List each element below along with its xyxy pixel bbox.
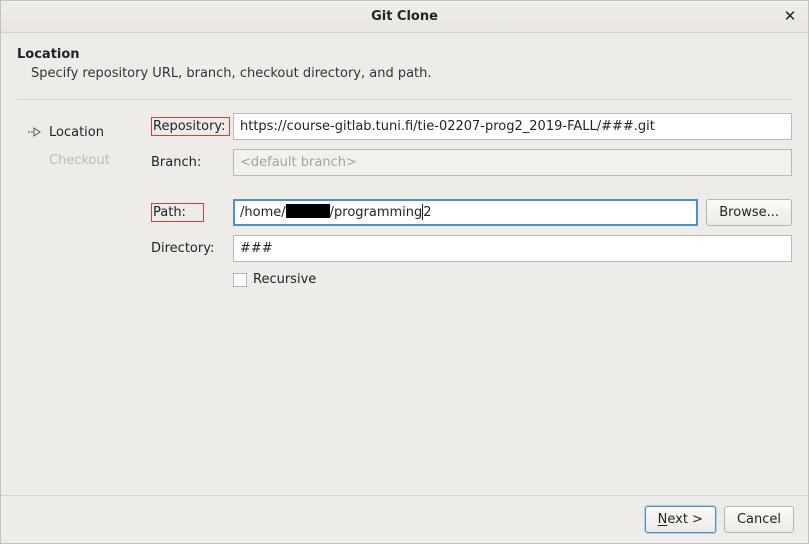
path-text-suffix: /programming: [330, 205, 423, 220]
dialog-body: Location Checkout Repository: Branch:: [17, 112, 792, 495]
row-directory: Directory:: [151, 234, 792, 262]
row-branch: Branch:: [151, 148, 792, 176]
git-clone-window: Git Clone ✕ Location Specify repository …: [0, 0, 809, 544]
row-path: Path: /home/ /programming2 Browse...: [151, 198, 792, 226]
close-icon: ✕: [784, 7, 797, 25]
directory-label: Directory:: [151, 241, 233, 256]
form-area: Repository: Branch: Path: /h: [151, 112, 792, 495]
recursive-checkbox[interactable]: [233, 273, 247, 287]
window-title: Git Clone: [1, 9, 808, 24]
browse-button[interactable]: Browse...: [706, 199, 792, 226]
path-input[interactable]: /home/ /programming2: [233, 199, 698, 226]
repository-input[interactable]: [233, 113, 792, 140]
branch-label: Branch:: [151, 155, 233, 170]
branch-input[interactable]: [233, 149, 792, 176]
cancel-button[interactable]: Cancel: [724, 506, 794, 533]
directory-input[interactable]: [233, 235, 792, 262]
recursive-label[interactable]: Recursive: [253, 272, 316, 287]
step-checkout-label: Checkout: [49, 153, 110, 168]
directory-label-wrap: Directory:: [151, 241, 233, 256]
path-label-wrap: Path:: [151, 203, 233, 222]
wizard-steps: Location Checkout: [17, 112, 151, 495]
path-redacted-segment: [286, 204, 330, 218]
step-arrow-icon: [27, 125, 43, 139]
divider: [17, 99, 792, 100]
branch-label-wrap: Branch:: [151, 155, 233, 170]
path-text-prefix: /home/: [240, 205, 286, 220]
repository-label-wrap: Repository:: [151, 117, 233, 136]
path-text-tail: 2: [423, 205, 431, 220]
section-subheading: Specify repository URL, branch, checkout…: [31, 66, 792, 81]
titlebar: Git Clone ✕: [1, 1, 808, 33]
next-rest: ext >: [667, 512, 703, 527]
next-accesskey: N: [658, 512, 668, 527]
step-location[interactable]: Location: [27, 118, 151, 146]
step-checkout: Checkout: [27, 146, 151, 174]
step-spacer-icon: [27, 153, 43, 167]
row-recursive: Recursive: [233, 272, 792, 287]
step-location-label: Location: [49, 125, 104, 140]
close-button[interactable]: ✕: [782, 9, 798, 25]
section-heading: Location: [17, 47, 792, 62]
repository-label: Repository:: [151, 117, 230, 136]
path-label: Path:: [151, 203, 204, 222]
dialog-footer: Next > Cancel: [1, 495, 808, 543]
row-repository: Repository:: [151, 112, 792, 140]
dialog-content: Location Specify repository URL, branch,…: [1, 33, 808, 495]
next-button[interactable]: Next >: [645, 506, 716, 533]
